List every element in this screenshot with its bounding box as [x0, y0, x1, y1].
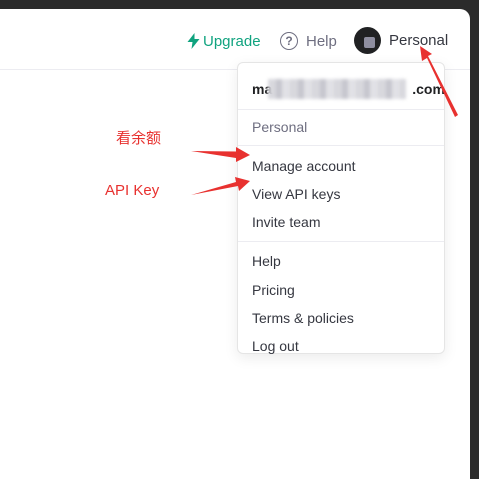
account-menu-button[interactable]: Personal	[354, 26, 448, 54]
lightning-icon	[187, 33, 200, 49]
view-api-keys-item[interactable]: View API keys	[252, 186, 340, 202]
pricing-item[interactable]: Pricing	[252, 282, 295, 298]
invite-team-item[interactable]: Invite team	[252, 214, 320, 230]
manage-account-item[interactable]: Manage account	[252, 158, 356, 174]
api-key-annotation: API Key	[105, 182, 160, 199]
upgrade-label: Upgrade	[203, 32, 261, 50]
balance-annotation: 看余额	[116, 130, 162, 147]
help-link[interactable]: ? Help	[280, 30, 337, 52]
app-window: Upgrade ? Help Personal ma .com Personal …	[0, 9, 470, 479]
question-circle-icon: ?	[280, 32, 298, 50]
redacted-email-blur	[268, 79, 406, 99]
top-navigation-bar: Upgrade ? Help Personal	[0, 9, 470, 70]
menu-divider	[238, 241, 444, 242]
email-suffix: .com	[412, 81, 445, 97]
menu-org-label: Personal	[252, 119, 308, 135]
avatar	[354, 26, 381, 54]
account-label: Personal	[389, 31, 449, 49]
log-out-item[interactable]: Log out	[252, 338, 299, 354]
upgrade-link[interactable]: Upgrade	[187, 31, 261, 51]
menu-divider	[238, 109, 444, 110]
terms-policies-item[interactable]: Terms & policies	[252, 310, 354, 326]
menu-divider	[238, 145, 444, 146]
help-label: Help	[306, 32, 337, 50]
account-dropdown-menu: ma .com Personal Manage account View API …	[237, 62, 445, 354]
help-item[interactable]: Help	[252, 253, 281, 269]
